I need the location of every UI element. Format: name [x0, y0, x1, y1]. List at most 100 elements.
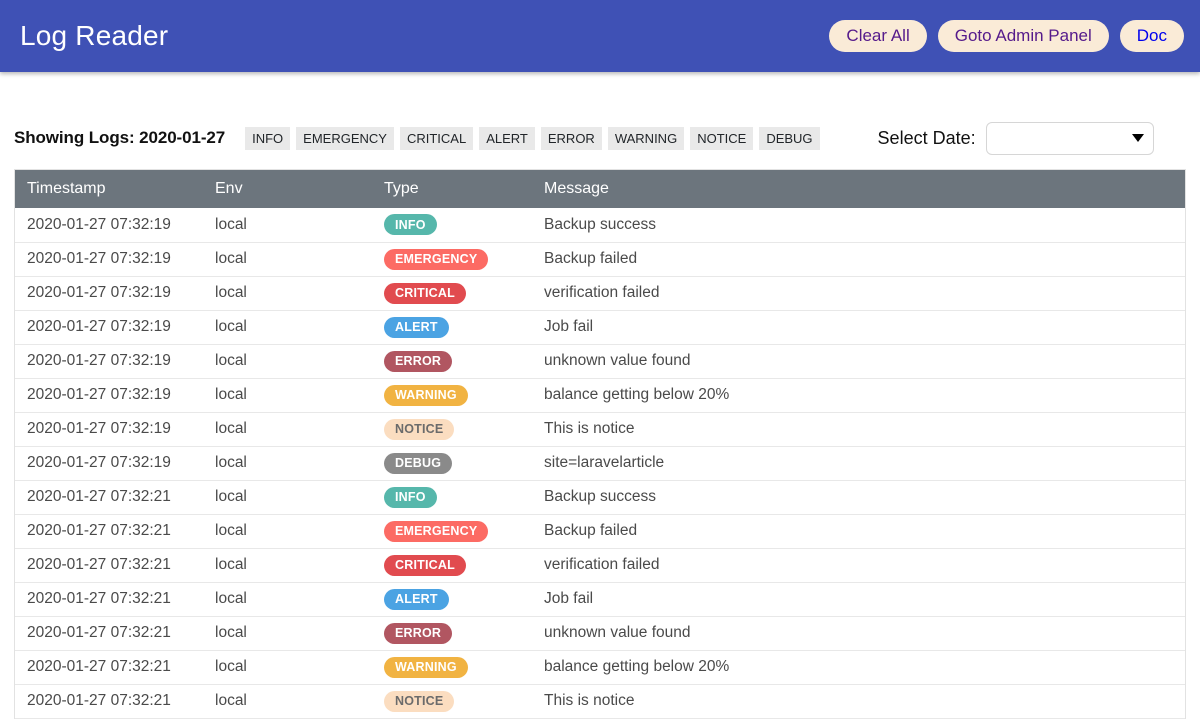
- table-row[interactable]: 2020-01-27 07:32:21localERRORunknown val…: [15, 616, 1185, 650]
- cell-message: This is notice: [532, 684, 1185, 718]
- level-filter-critical[interactable]: CRITICAL: [400, 127, 473, 150]
- table-row[interactable]: 2020-01-27 07:32:19local ERROR unknown val…: [15, 344, 1185, 378]
- cell-env: local: [203, 378, 372, 412]
- column-header-type: Type: [372, 170, 532, 208]
- cell-type: ALERT: [372, 582, 532, 616]
- cell-message: verification failed: [532, 276, 1185, 310]
- cell-type: NOTICE: [372, 412, 532, 446]
- cell-message: Backup failed: [532, 242, 1185, 276]
- cell-env: local: [203, 412, 372, 446]
- table-row[interactable]: 2020-01-27 07:32:19localINFOBackup succe…: [15, 208, 1185, 242]
- column-header-message: Message: [532, 170, 1185, 208]
- cell-timestamp: 2020-01-27 07:32:21: [15, 650, 203, 684]
- cell-type: ERROR: [372, 344, 532, 378]
- cell-timestamp: 2020-01-27 07:32:21: [15, 582, 203, 616]
- level-filter-debug[interactable]: DEBUG: [759, 127, 819, 150]
- table-row[interactable]: 2020-01-27 07:32:19local NOTICE This is no…: [15, 412, 1185, 446]
- cell-timestamp: 2020-01-27 07:32:19: [15, 344, 203, 378]
- table-row[interactable]: 2020-01-27 07:32:19localALERTJob fail: [15, 310, 1185, 344]
- cell-type: INFO: [372, 208, 532, 242]
- cell-type: WARNING: [372, 650, 532, 684]
- column-header-env: Env: [203, 170, 372, 208]
- cell-type: EMERGENCY: [372, 242, 532, 276]
- status-badge: ERROR: [384, 351, 452, 372]
- cell-timestamp: 2020-01-27 07:32:19: [15, 378, 203, 412]
- table-row[interactable]: 2020-01-27 07:32:21localWARNINGbalance g…: [15, 650, 1185, 684]
- status-badge: EMERGENCY: [384, 521, 488, 542]
- select-date-label: Select Date:: [878, 128, 976, 149]
- cell-timestamp: 2020-01-27 07:32:21: [15, 684, 203, 718]
- cell-env: local: [203, 650, 372, 684]
- log-table-body: 2020-01-27 07:32:19localINFOBackup succe…: [15, 208, 1185, 718]
- cell-message: unknown value found: [532, 344, 1185, 378]
- table-row[interactable]: 2020-01-27 07:32:21local ALERT Job fail: [15, 582, 1185, 616]
- cell-type: ERROR: [372, 616, 532, 650]
- cell-env: local: [203, 276, 372, 310]
- clear-all-button[interactable]: Clear All: [829, 20, 926, 52]
- cell-type: DEBUG: [372, 446, 532, 480]
- cell-env: local: [203, 446, 372, 480]
- status-badge: NOTICE: [384, 419, 454, 440]
- app-header-bar: Log Reader Clear All Goto Admin Panel Doc: [0, 0, 1200, 72]
- level-filter-notice[interactable]: NOTICE: [690, 127, 753, 150]
- cell-message: Backup failed: [532, 514, 1185, 548]
- status-badge: DEBUG: [384, 453, 452, 474]
- select-date-wrapper: [986, 122, 1154, 155]
- status-badge: CRITICAL: [384, 555, 466, 576]
- page-title: Log Reader: [18, 22, 168, 50]
- cell-timestamp: 2020-01-27 07:32:19: [15, 276, 203, 310]
- select-date-dropdown[interactable]: [986, 122, 1154, 155]
- cell-timestamp: 2020-01-27 07:32:19: [15, 242, 203, 276]
- cell-env: local: [203, 514, 372, 548]
- status-badge: ALERT: [384, 317, 449, 338]
- table-row[interactable]: 2020-01-27 07:32:19localDEBUGsite=larave…: [15, 446, 1185, 480]
- date-picker-group: Select Date:: [878, 122, 1154, 155]
- cell-timestamp: 2020-01-27 07:32:21: [15, 514, 203, 548]
- cell-message: Job fail: [532, 582, 1185, 616]
- showing-logs-label: Showing Logs: 2020-01-27: [14, 128, 225, 148]
- table-row[interactable]: 2020-01-27 07:32:19localWARNINGbalance g…: [15, 378, 1185, 412]
- level-filter-error[interactable]: ERROR: [541, 127, 602, 150]
- header-actions: Clear All Goto Admin Panel Doc: [829, 20, 1184, 52]
- cell-timestamp: 2020-01-27 07:32:19: [15, 208, 203, 242]
- table-header-row: TimestampEnvTypeMessage: [15, 170, 1185, 208]
- log-table: TimestampEnvTypeMessage 2020-01-27 07:32…: [15, 170, 1185, 719]
- cell-timestamp: 2020-01-27 07:32:21: [15, 548, 203, 582]
- goto-admin-panel-button[interactable]: Goto Admin Panel: [938, 20, 1109, 52]
- cell-env: local: [203, 310, 372, 344]
- cell-timestamp: 2020-01-27 07:32:21: [15, 480, 203, 514]
- table-row[interactable]: 2020-01-27 07:32:21local CRITICAL verifica…: [15, 548, 1185, 582]
- cell-message: unknown value found: [532, 616, 1185, 650]
- cell-message: This is notice: [532, 412, 1185, 446]
- cell-type: EMERGENCY: [372, 514, 532, 548]
- cell-message: balance getting below 20%: [532, 378, 1185, 412]
- level-filter-emergency[interactable]: EMERGENCY: [296, 127, 394, 150]
- cell-message: Backup success: [532, 208, 1185, 242]
- table-row[interactable]: 2020-01-27 07:32:19localEMERGENCYBackup …: [15, 242, 1185, 276]
- cell-timestamp: 2020-01-27 07:32:19: [15, 412, 203, 446]
- status-badge: CRITICAL: [384, 283, 466, 304]
- filter-toolbar: Showing Logs: 2020-01-27 INFO EMERGENCY CR…: [0, 120, 1200, 156]
- cell-env: local: [203, 344, 372, 378]
- doc-button[interactable]: Doc: [1120, 20, 1184, 52]
- status-badge: ERROR: [384, 623, 452, 644]
- cell-timestamp: 2020-01-27 07:32:19: [15, 310, 203, 344]
- log-table-header: TimestampEnvTypeMessage: [15, 170, 1185, 208]
- level-filter-alert[interactable]: ALERT: [479, 127, 535, 150]
- level-filter-info[interactable]: INFO: [245, 127, 290, 150]
- cell-env: local: [203, 242, 372, 276]
- level-filter-warning[interactable]: WARNING: [608, 127, 684, 150]
- table-row[interactable]: 2020-01-27 07:32:21local EMERGENCY Backup …: [15, 514, 1185, 548]
- table-row[interactable]: 2020-01-27 07:32:21localINFOBackup succe…: [15, 480, 1185, 514]
- cell-type: CRITICAL: [372, 276, 532, 310]
- table-row[interactable]: 2020-01-27 07:32:21localNOTICEThis is no…: [15, 684, 1185, 718]
- log-table-container: TimestampEnvTypeMessage 2020-01-27 07:32…: [14, 169, 1186, 719]
- cell-message: verification failed: [532, 548, 1185, 582]
- cell-type: ALERT: [372, 310, 532, 344]
- cell-env: local: [203, 582, 372, 616]
- cell-env: local: [203, 548, 372, 582]
- cell-env: local: [203, 616, 372, 650]
- table-row[interactable]: 2020-01-27 07:32:19local CRITICAL verifica…: [15, 276, 1185, 310]
- column-header-timestamp: Timestamp: [15, 170, 203, 208]
- status-badge: ALERT: [384, 589, 449, 610]
